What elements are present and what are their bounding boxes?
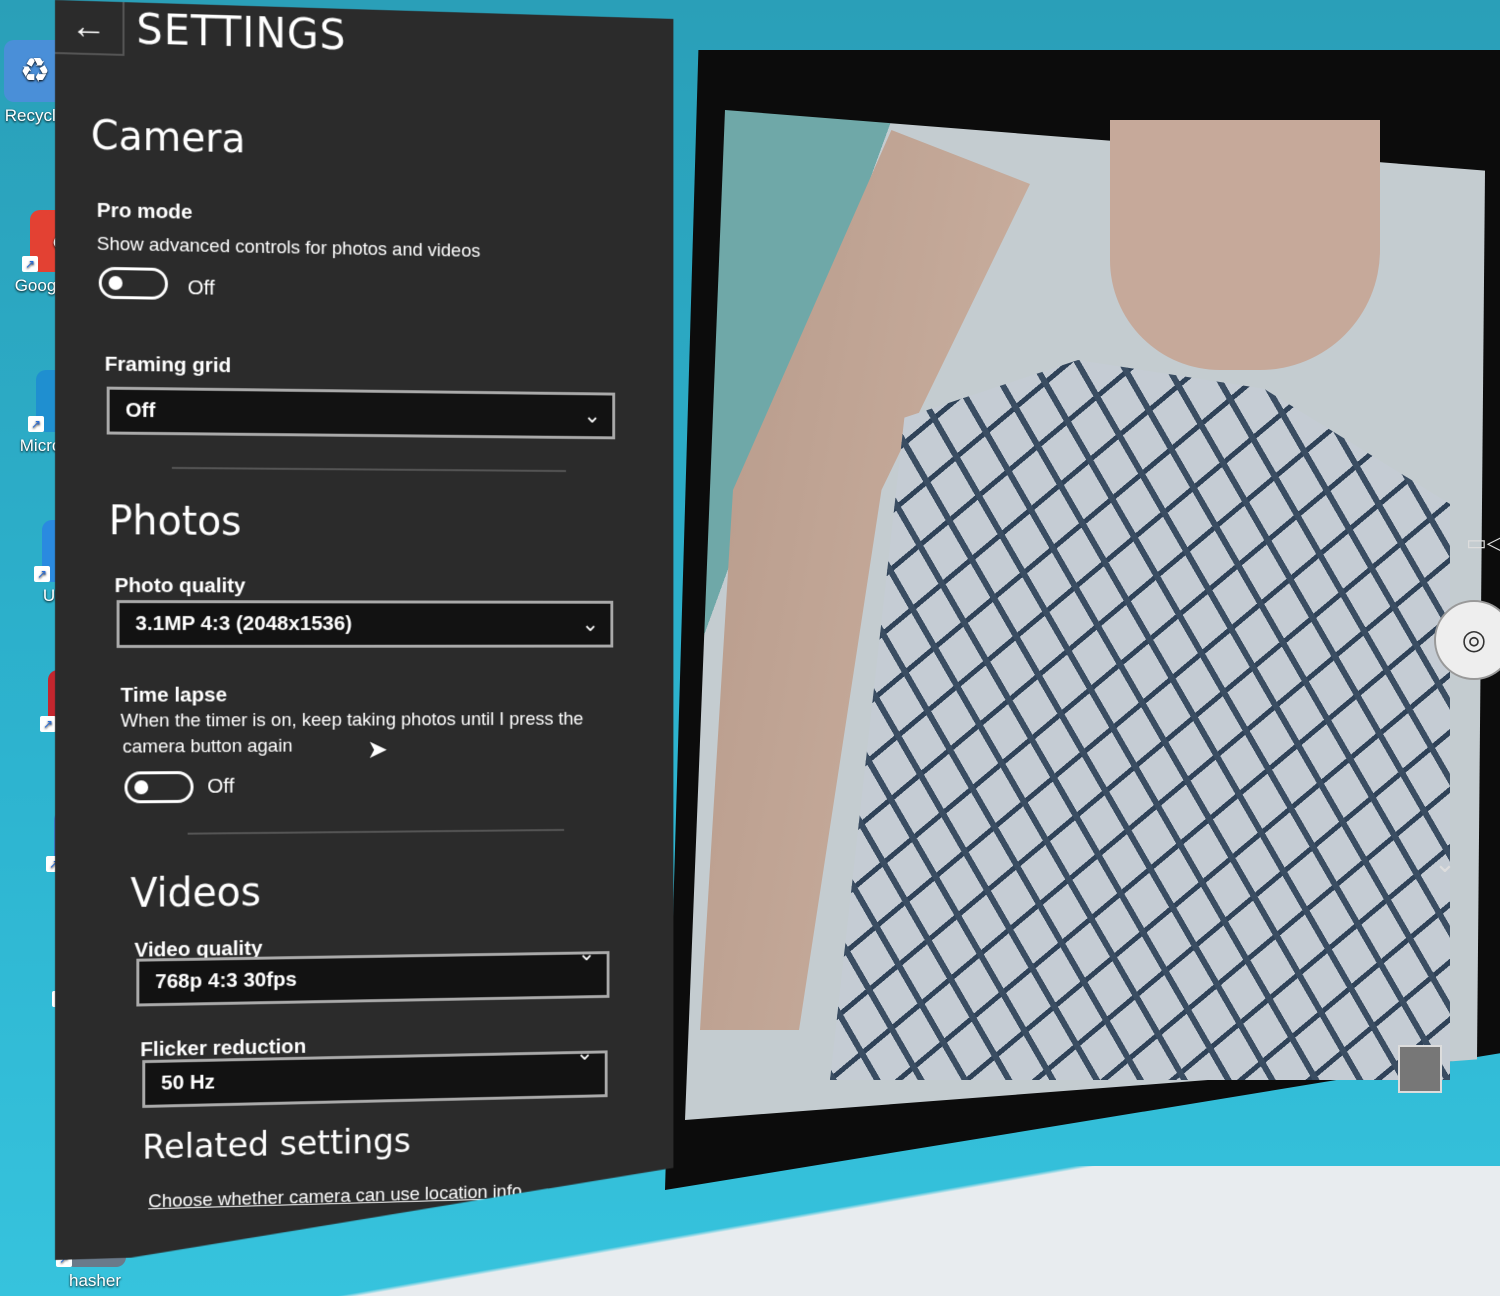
- related-settings-heading: Related settings: [142, 1121, 411, 1167]
- flicker-reduction-dropdown[interactable]: 50 Hz ⌄: [142, 1050, 607, 1108]
- photos-heading: Photos: [109, 498, 242, 544]
- video-quality-dropdown[interactable]: 768p 4:3 30fps ⌄: [136, 951, 609, 1006]
- pro-mode-label: Pro mode: [97, 199, 193, 225]
- videos-heading: Videos: [130, 870, 261, 917]
- photo-quality-value: 3.1MP 4:3 (2048x1536): [135, 612, 352, 635]
- time-lapse-description-1: When the timer is on, keep taking photos…: [121, 706, 584, 735]
- camera-heading: Camera: [91, 113, 246, 162]
- framing-grid-dropdown[interactable]: Off ⌄: [107, 387, 615, 440]
- back-arrow-icon[interactable]: ←: [55, 0, 124, 56]
- shortcut-arrow-icon: ↗: [40, 716, 56, 732]
- settings-title: SETTINGS: [136, 4, 346, 59]
- video-quality-value: 768p 4:3 30fps: [155, 968, 297, 993]
- time-lapse-state: Off: [207, 775, 234, 799]
- chevron-down-icon: ⌄: [578, 933, 595, 974]
- preview-face: [1110, 120, 1380, 370]
- shortcut-arrow-icon: ↗: [22, 256, 38, 272]
- toggle-knob: [134, 780, 148, 794]
- desktop-icon-label: hasher: [69, 1271, 121, 1290]
- shortcut-arrow-icon: ↗: [34, 566, 50, 582]
- chevron-down-icon: ⌄: [582, 604, 599, 645]
- time-lapse-label: Time lapse: [121, 684, 228, 708]
- divider: [188, 829, 564, 835]
- toggle-knob: [109, 276, 123, 290]
- video-camera-icon[interactable]: ▭◁: [1466, 530, 1500, 556]
- divider: [172, 467, 566, 472]
- chevron-down-icon: ⌄: [584, 395, 601, 436]
- framing-grid-label: Framing grid: [105, 353, 231, 379]
- flicker-reduction-value: 50 Hz: [161, 1071, 215, 1095]
- pro-mode-description: Show advanced controls for photos and vi…: [97, 231, 481, 265]
- preview-shirt: [830, 360, 1450, 1080]
- last-photo-thumbnail[interactable]: [1398, 1045, 1442, 1093]
- time-lapse-toggle[interactable]: [124, 771, 193, 803]
- photo-quality-label: Photo quality: [115, 574, 246, 598]
- framing-grid-value: Off: [125, 399, 155, 422]
- chevron-down-icon: ⌄: [576, 1032, 593, 1073]
- shortcut-arrow-icon: ↗: [28, 416, 44, 432]
- pro-mode-toggle[interactable]: [99, 267, 168, 300]
- pro-mode-state: Off: [188, 276, 215, 300]
- chevron-down-icon[interactable]: ⌄: [1434, 848, 1456, 879]
- photo-quality-dropdown[interactable]: 3.1MP 4:3 (2048x1536) ⌄: [117, 600, 614, 648]
- time-lapse-description-2: camera button again: [123, 733, 293, 761]
- settings-panel: ← SETTINGS Camera Pro mode Show advanced…: [55, 0, 673, 1260]
- mouse-cursor-icon: ➤: [367, 734, 388, 765]
